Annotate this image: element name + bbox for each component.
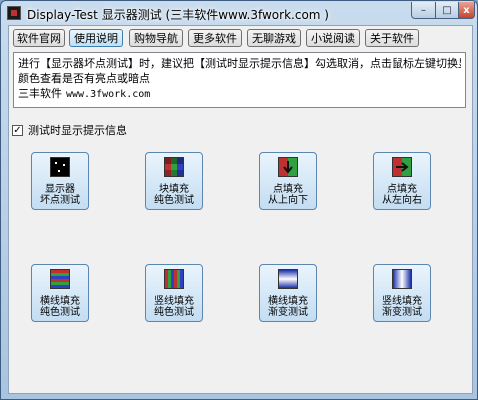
close-button[interactable]: x	[458, 2, 475, 19]
show-tips-option[interactable]: ✓ 测试时显示提示信息	[12, 122, 127, 138]
dot-fill-right-icon	[392, 157, 412, 177]
tile-sublabel: 从上向下	[268, 195, 308, 206]
tile-sublabel: 从左向右	[382, 195, 422, 206]
tile-sublabel: 渐变测试	[382, 307, 422, 318]
dead-pixel-icon	[50, 157, 70, 177]
tile-sublabel: 纯色测试	[40, 307, 80, 318]
horizontal-line-fill-test-button[interactable]: 横线填充 纯色测试	[31, 264, 89, 322]
horizontal-gradient-test-button[interactable]: 横线填充 渐变测试	[259, 264, 317, 322]
window-title: Display-Test 显示器测试 (三丰软件www.3fwork.com )	[27, 8, 329, 22]
show-tips-checkbox[interactable]: ✓	[12, 124, 23, 136]
company-url: www.3fwork.com	[66, 89, 151, 100]
tile-label: 点填充	[273, 184, 303, 195]
app-window: Display-Test 显示器测试 (三丰软件www.3fwork.com )…	[0, 0, 478, 400]
title-bar[interactable]: Display-Test 显示器测试 (三丰软件www.3fwork.com )…	[1, 1, 477, 25]
tile-label: 竖线填充	[154, 296, 194, 307]
vertical-line-fill-icon	[164, 269, 184, 289]
app-icon	[7, 6, 21, 20]
tile-label: 横线填充	[268, 296, 308, 307]
main-panel: 软件官网 使用说明 购物导航 更多软件 无聊游戏 小说阅读 关于软件 进行【显示…	[8, 25, 473, 394]
tile-label: 横线填充	[40, 296, 80, 307]
vertical-gradient-icon	[392, 269, 412, 289]
minimize-button[interactable]: –	[411, 2, 436, 19]
instructions-button[interactable]: 使用说明	[69, 29, 123, 47]
dot-fill-right-test-button[interactable]: 点填充 从左向右	[373, 152, 431, 210]
more-software-button[interactable]: 更多软件	[188, 29, 242, 47]
tile-label: 点填充	[387, 184, 417, 195]
tile-label: 块填充	[159, 184, 189, 195]
tile-label: 竖线填充	[382, 296, 422, 307]
shopping-nav-button[interactable]: 购物导航	[129, 29, 183, 47]
dot-fill-down-icon	[278, 157, 298, 177]
tile-label: 显示器	[45, 184, 75, 195]
official-site-button[interactable]: 软件官网	[13, 29, 65, 47]
tile-sublabel: 渐变测试	[268, 307, 308, 318]
dot-fill-down-test-button[interactable]: 点填充 从上向下	[259, 152, 317, 210]
about-button[interactable]: 关于软件	[365, 29, 419, 47]
company-name: 三丰软件	[18, 87, 62, 100]
maximize-button[interactable]: □	[435, 2, 459, 19]
horizontal-gradient-icon	[278, 269, 298, 289]
block-fill-test-button[interactable]: 块填充 纯色测试	[145, 152, 203, 210]
dead-pixel-test-button[interactable]: 显示器 坏点测试	[31, 152, 89, 210]
block-fill-icon	[164, 157, 184, 177]
tile-sublabel: 纯色测试	[154, 195, 194, 206]
info-text-box[interactable]: 进行【显示器坏点测试】时，建议把【测试时显示提示信息】勾选取消，点击鼠标左键切换…	[13, 52, 466, 108]
show-tips-label: 测试时显示提示信息	[28, 124, 127, 137]
boring-games-button[interactable]: 无聊游戏	[247, 29, 301, 47]
horizontal-line-fill-icon	[50, 269, 70, 289]
novel-reading-button[interactable]: 小说阅读	[306, 29, 360, 47]
info-line-2: 颜色查看是否有亮点或暗点	[18, 72, 150, 85]
info-line-1: 进行【显示器坏点测试】时，建议把【测试时显示提示信息】勾选取消，点击鼠标左键切换…	[18, 57, 461, 70]
vertical-line-fill-test-button[interactable]: 竖线填充 纯色测试	[145, 264, 203, 322]
vertical-gradient-test-button[interactable]: 竖线填充 渐变测试	[373, 264, 431, 322]
tile-sublabel: 纯色测试	[154, 307, 194, 318]
info-line-3: 三丰软件 www.3fwork.com	[18, 86, 461, 102]
tile-sublabel: 坏点测试	[40, 195, 80, 206]
